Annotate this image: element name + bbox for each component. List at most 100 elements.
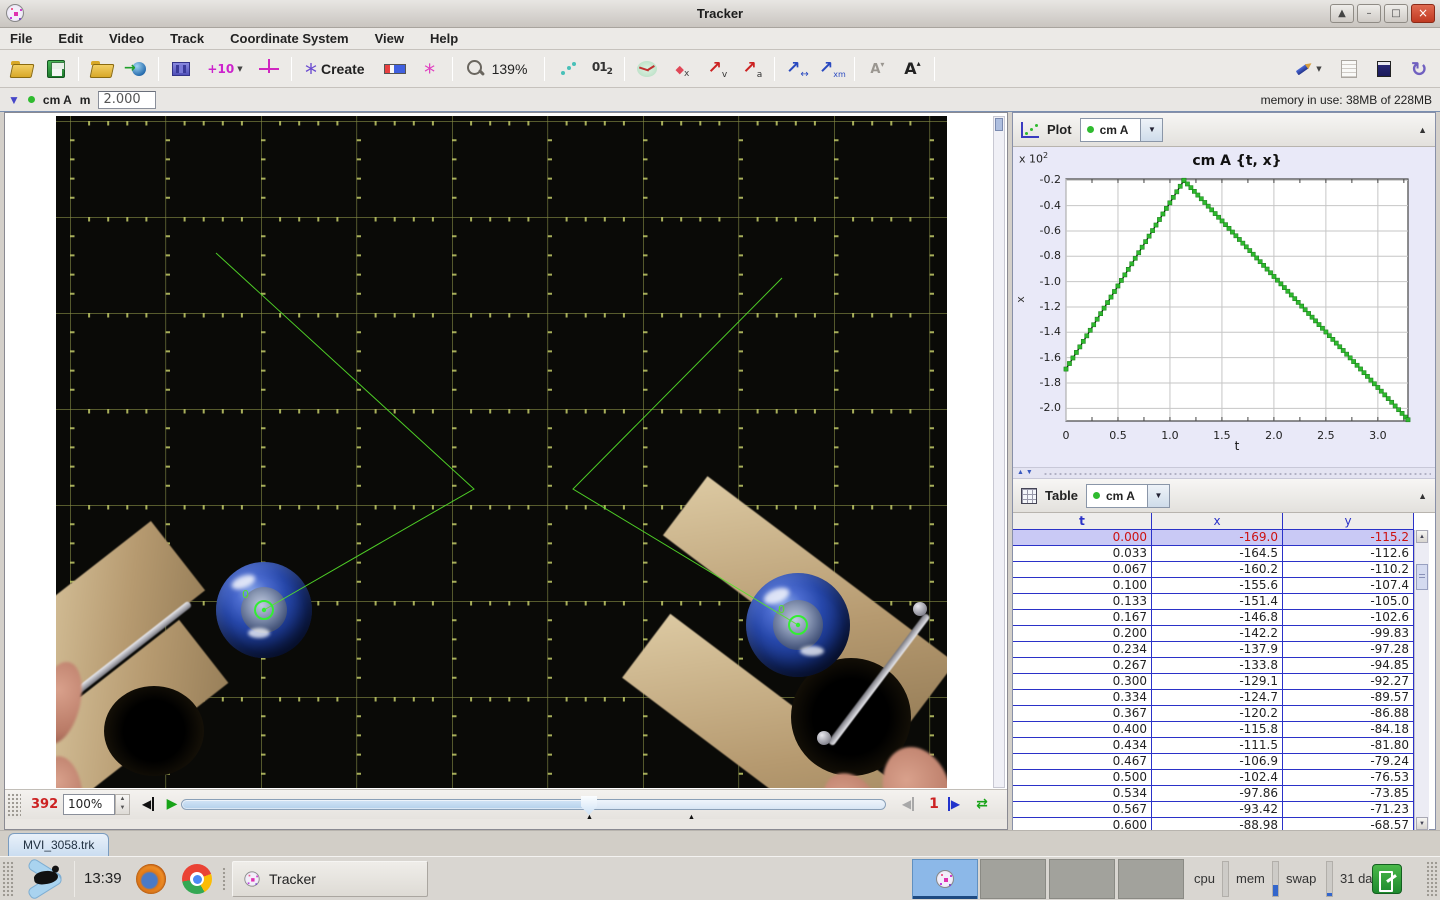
firefox-launcher-icon[interactable] xyxy=(136,864,166,894)
vectors-button[interactable] xyxy=(784,56,810,82)
step-forward-button[interactable] xyxy=(945,795,963,813)
loop-button[interactable] xyxy=(973,795,991,813)
mass-value-input[interactable] xyxy=(98,91,156,109)
reset-to-start-button[interactable] xyxy=(139,795,157,813)
menu-item-view[interactable]: View xyxy=(375,31,404,46)
maximize-button[interactable]: □ xyxy=(1384,4,1408,23)
clock[interactable]: 13:39 xyxy=(84,857,122,900)
tracker-window-button[interactable]: Tracker xyxy=(232,861,428,897)
shade-window-button[interactable]: ▲ xyxy=(1330,4,1354,23)
traces-button[interactable] xyxy=(554,56,580,82)
open-library-button[interactable] xyxy=(88,56,114,82)
vector-sum-button[interactable] xyxy=(819,56,845,82)
selected-track-label[interactable]: cm A xyxy=(43,93,72,107)
player-grip[interactable] xyxy=(7,793,21,817)
table-track-selector[interactable]: cm A xyxy=(1086,484,1170,508)
play-button[interactable] xyxy=(163,795,181,813)
import-video-button[interactable] xyxy=(123,56,149,82)
swap-monitor-bar[interactable] xyxy=(1326,861,1333,897)
save-button[interactable] xyxy=(43,56,69,82)
step-size-value[interactable]: 1 xyxy=(925,795,943,813)
menu-item-edit[interactable]: Edit xyxy=(58,31,83,46)
table-row[interactable]: 0.534-97.86-73.85 xyxy=(1013,786,1414,802)
paths-button[interactable] xyxy=(634,56,660,82)
table-row[interactable]: 0.133-151.4-105.0 xyxy=(1013,594,1414,610)
chevron-down-icon[interactable] xyxy=(1147,485,1169,507)
table-row[interactable]: 0.167-146.8-102.6 xyxy=(1013,610,1414,626)
table-row[interactable]: 0.100-155.6-107.4 xyxy=(1013,578,1414,594)
axes-button[interactable] xyxy=(256,56,282,82)
calibration-tools-button[interactable] xyxy=(203,56,247,82)
menu-item-file[interactable]: File xyxy=(10,31,32,46)
page-view-button[interactable] xyxy=(1371,56,1397,82)
title-bar[interactable]: Tracker ▲ – □ × xyxy=(0,0,1440,28)
open-file-button[interactable] xyxy=(8,56,34,82)
table-row[interactable]: 0.067-160.2-110.2 xyxy=(1013,562,1414,578)
scrollbar-thumb[interactable] xyxy=(1416,564,1428,590)
close-button[interactable]: × xyxy=(1411,4,1435,23)
tape-measure-button[interactable] xyxy=(382,56,408,82)
menu-item-help[interactable]: Help xyxy=(430,31,458,46)
mem-monitor-bar[interactable] xyxy=(1272,861,1279,897)
splitter-arrows-icon[interactable]: ▲▼ xyxy=(1017,469,1035,476)
minimize-button[interactable]: – xyxy=(1357,4,1381,23)
panel-grip[interactable] xyxy=(2,861,14,897)
document-tab[interactable]: MVI_3058.trk xyxy=(8,833,109,857)
workspace-4[interactable] xyxy=(1118,859,1184,899)
table-row[interactable]: 0.000-169.0-115.2 xyxy=(1013,530,1414,546)
track-menu-icon[interactable] xyxy=(8,93,20,107)
video-vertical-scrollbar[interactable] xyxy=(993,116,1005,788)
step-back-button[interactable] xyxy=(899,795,917,813)
step-numbers-button[interactable] xyxy=(589,56,615,82)
table-row[interactable]: 0.467-106.9-79.24 xyxy=(1013,754,1414,770)
plot-table-splitter[interactable]: ▲▼ xyxy=(1013,467,1435,479)
create-button[interactable]: Create xyxy=(301,59,373,79)
zoom-spinner-arrows[interactable]: ▲▼ xyxy=(115,794,130,815)
table-row[interactable]: 0.434-111.5-81.80 xyxy=(1013,738,1414,754)
video-canvas[interactable]: 0 0 xyxy=(56,116,947,788)
applications-menu-button[interactable] xyxy=(24,863,66,895)
workspace-3[interactable] xyxy=(1049,859,1115,899)
refresh-button[interactable] xyxy=(1406,56,1432,82)
chevron-down-icon[interactable] xyxy=(1140,119,1162,141)
workspace-1-active[interactable] xyxy=(912,859,978,899)
worksheet-button[interactable] xyxy=(1336,56,1362,82)
column-header-y[interactable]: y xyxy=(1283,513,1414,529)
drawings-button[interactable]: ▼ xyxy=(1289,56,1327,82)
positions-button[interactable] xyxy=(669,56,695,82)
chart-canvas[interactable] xyxy=(1013,147,1435,467)
table-row[interactable]: 0.500-102.4-76.53 xyxy=(1013,770,1414,786)
menu-item-video[interactable]: Video xyxy=(109,31,144,46)
scroll-up-button[interactable]: ▲ xyxy=(1416,530,1428,543)
plot-collapse-button[interactable] xyxy=(1418,125,1427,135)
table-row[interactable]: 0.367-120.2-86.88 xyxy=(1013,706,1414,722)
chrome-launcher-icon[interactable] xyxy=(182,864,212,894)
table-row[interactable]: 0.600-88.98-68.57 xyxy=(1013,818,1414,830)
column-header-t[interactable]: t xyxy=(1013,513,1152,529)
table-row[interactable]: 0.033-164.5-112.6 xyxy=(1013,546,1414,562)
clip-settings-button[interactable] xyxy=(168,56,194,82)
velocities-button[interactable] xyxy=(704,56,730,82)
table-collapse-button[interactable] xyxy=(1418,491,1427,501)
column-header-x[interactable]: x xyxy=(1152,513,1283,529)
accelerations-button[interactable] xyxy=(739,56,765,82)
smaller-font-button[interactable] xyxy=(864,56,890,82)
scrollbar-thumb[interactable] xyxy=(995,118,1003,131)
table-row[interactable]: 0.334-124.7-89.57 xyxy=(1013,690,1414,706)
logout-button[interactable] xyxy=(1372,864,1402,894)
video-zoom-field[interactable]: 100% xyxy=(63,794,115,815)
bigger-font-button[interactable] xyxy=(899,56,925,82)
menu-item-coordinate-system[interactable]: Coordinate System xyxy=(230,31,348,46)
frame-slider[interactable] xyxy=(181,799,886,810)
table-scrollbar[interactable]: ▲ ▼ xyxy=(1414,530,1429,830)
cpu-monitor-bar[interactable] xyxy=(1222,861,1229,897)
table-row[interactable]: 0.267-133.8-94.85 xyxy=(1013,658,1414,674)
table-row[interactable]: 0.567-93.42-71.23 xyxy=(1013,802,1414,818)
spectra-button[interactable] xyxy=(417,56,443,82)
menu-item-track[interactable]: Track xyxy=(170,31,204,46)
zoom-button[interactable]: 139% xyxy=(462,57,536,81)
workspace-2[interactable] xyxy=(980,859,1046,899)
scroll-down-button[interactable]: ▼ xyxy=(1416,817,1428,830)
table-row[interactable]: 0.200-142.2-99.83 xyxy=(1013,626,1414,642)
table-row[interactable]: 0.400-115.8-84.18 xyxy=(1013,722,1414,738)
